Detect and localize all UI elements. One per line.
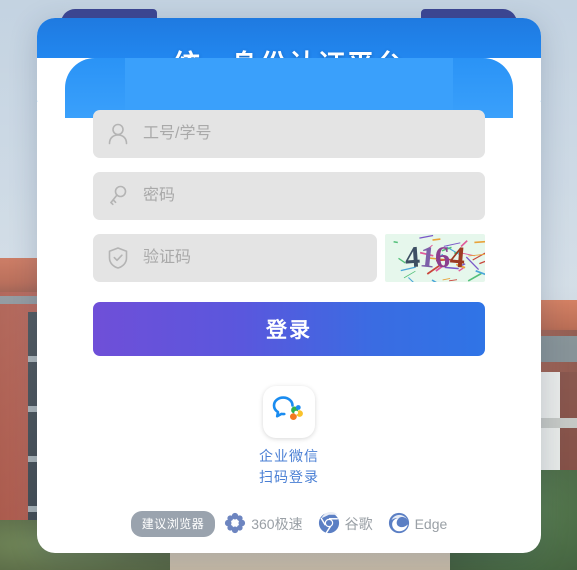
browser-360-label: 360极速 [251, 516, 303, 532]
recommended-browsers-bar: 建议浏览器 360极速 谷歌 Edge [37, 511, 541, 537]
captcha-row: 4164 [93, 234, 485, 282]
browser-item-edge[interactable]: Edge [388, 512, 448, 537]
banner-curve-fill [93, 58, 485, 118]
captcha-image[interactable]: 4164 [385, 234, 485, 282]
captcha-code: 4164 [404, 240, 467, 275]
browser-chrome-label: 谷歌 [344, 516, 373, 532]
browser-item-chrome[interactable]: 谷歌 [318, 511, 373, 537]
username-input[interactable] [143, 111, 485, 157]
person-icon [93, 110, 143, 158]
browser-edge-label: Edge [414, 516, 448, 532]
recommended-browsers-badge: 建议浏览器 [130, 511, 216, 537]
captcha-field[interactable] [93, 234, 377, 282]
wecom-label-line2: 扫码登录 [259, 469, 319, 485]
captcha-digit: 4 [448, 240, 467, 275]
browser-chrome-icon [318, 511, 340, 537]
captcha-input[interactable] [143, 235, 377, 281]
banner-curve-left [65, 58, 125, 118]
shield-check-icon [93, 234, 143, 282]
login-card: 统一身份认证平台 [37, 9, 541, 553]
wecom-login-block[interactable]: 企业微信 扫码登录 [93, 386, 485, 487]
password-field[interactable] [93, 172, 485, 220]
wecom-icon[interactable] [263, 386, 315, 438]
browser-360-icon [224, 512, 246, 537]
login-form: 4164 登录 企业微信 扫码登录 [37, 110, 541, 487]
wecom-label-line1: 企业微信 [259, 448, 319, 464]
browser-edge-icon [388, 512, 410, 537]
username-field[interactable] [93, 110, 485, 158]
banner-curve-right [453, 58, 513, 118]
key-icon [93, 172, 143, 220]
browser-item-360[interactable]: 360极速 [224, 512, 303, 537]
password-input[interactable] [143, 173, 485, 219]
login-button[interactable]: 登录 [93, 302, 485, 356]
